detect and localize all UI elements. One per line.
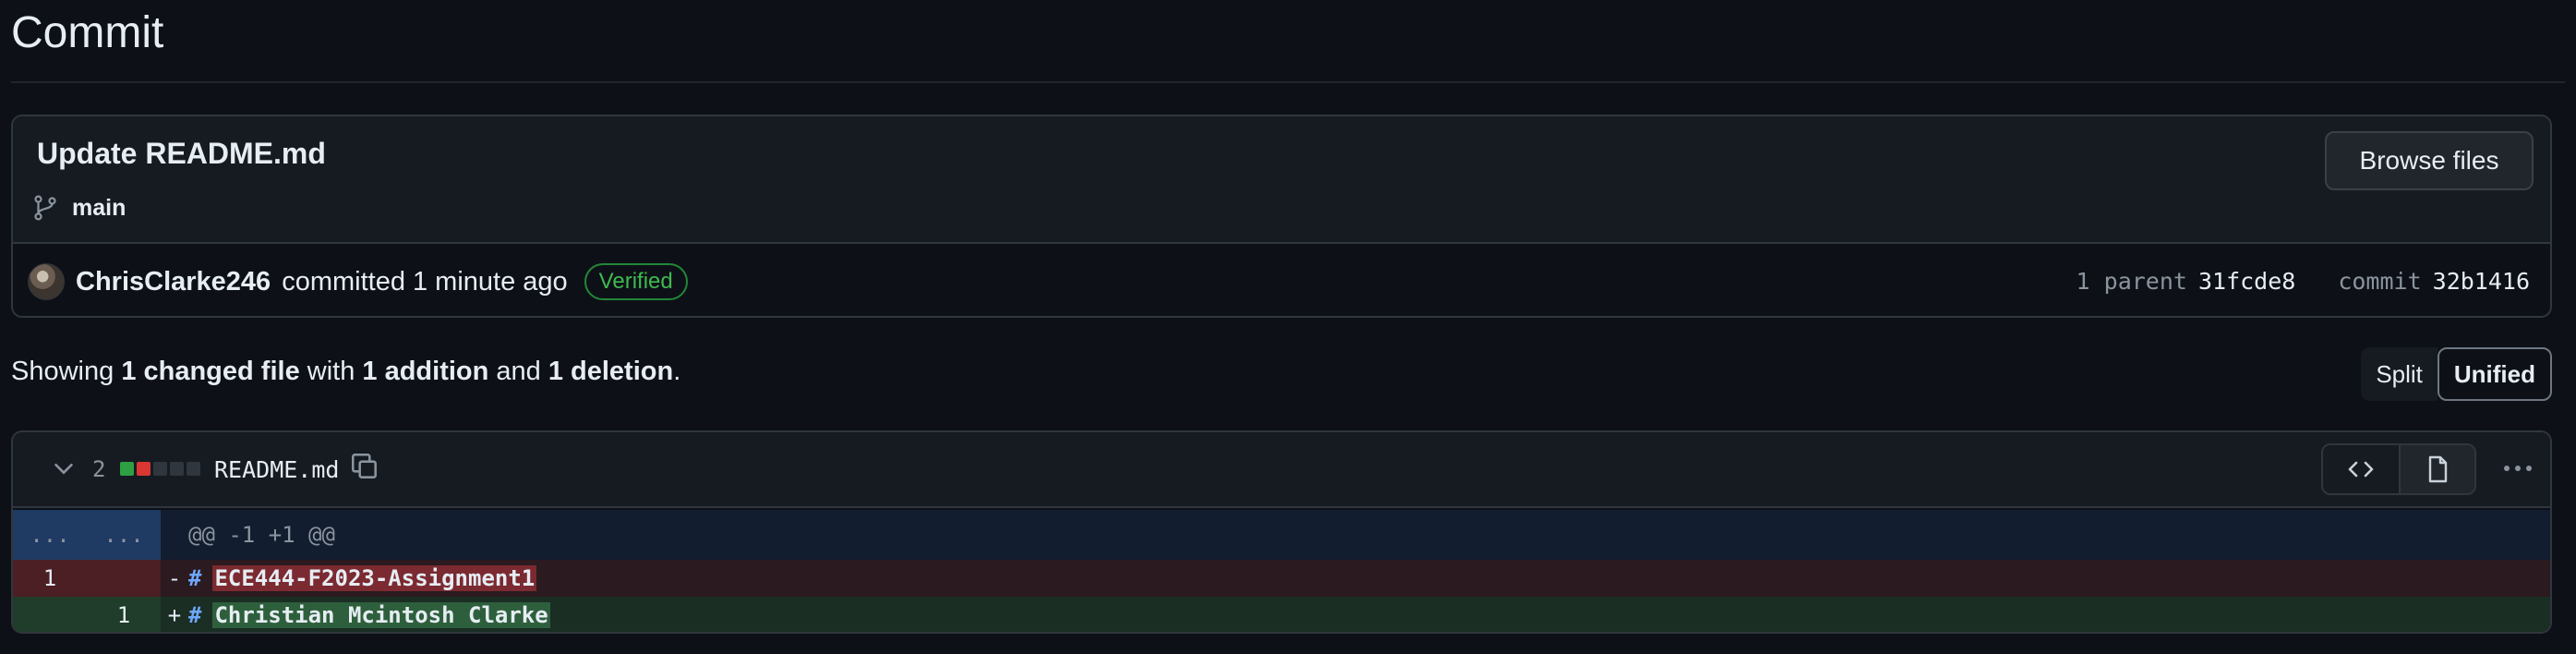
commit-time: committed 1 minute ago [282, 266, 568, 297]
summary-with: with [299, 357, 363, 386]
parent-label: 1 parent [2076, 268, 2187, 295]
added-text: Christian Mcintosh Clarke [212, 602, 550, 628]
commit-message: Update README.md [37, 137, 326, 170]
diff-view-toggle: Split Unified [2361, 347, 2552, 401]
parent-sha-link[interactable]: 31fcde8 [2198, 268, 2295, 295]
diff-summary: Showing 1 changed file with 1 addition a… [11, 357, 680, 387]
diffstat-neutral-block [170, 462, 184, 476]
verified-badge[interactable]: Verified [584, 263, 688, 300]
old-line-number[interactable] [13, 597, 87, 632]
chevron-down-icon[interactable] [50, 454, 78, 482]
summary-suffix: . [673, 357, 681, 386]
hunk-expand-new[interactable]: ... [87, 510, 161, 560]
summary-additions: 1 addition [362, 357, 489, 386]
file-diff: 2 README.md ... ... @@ -1 +1 @@ 1 - # EC… [11, 430, 2552, 634]
diff-sign: - [167, 565, 182, 591]
commit-meta: 1 parent 31fcde8 commit 32b1416 [2076, 268, 2530, 295]
unified-view-button[interactable]: Unified [2437, 347, 2552, 401]
file-header: 2 README.md [13, 432, 2550, 508]
summary-files: 1 changed file [121, 357, 300, 386]
copy-icon[interactable] [349, 451, 380, 482]
commit-sha: 32b1416 [2432, 268, 2530, 295]
diffstat-neutral-block [153, 462, 167, 476]
hunk-header-row: ... ... @@ -1 +1 @@ [13, 510, 2550, 560]
new-line-number[interactable] [87, 560, 161, 597]
file-view-button[interactable] [2399, 445, 2474, 493]
diffstat-deleted-block [137, 462, 150, 476]
deleted-line-code: - # ECE444-F2023-Assignment1 [161, 560, 2550, 597]
git-branch-icon [34, 195, 56, 221]
file-view-actions [2321, 443, 2476, 495]
summary-prefix: Showing [11, 357, 122, 386]
added-line-code: + # Christian Mcintosh Clarke [161, 597, 2550, 632]
file-name[interactable]: README.md [214, 456, 339, 483]
change-count: 2 [92, 456, 106, 482]
hunk-expand-old[interactable]: ... [13, 510, 87, 560]
page-title: Commit [11, 8, 164, 57]
new-line-number[interactable]: 1 [87, 597, 161, 632]
markdown-hash: # [188, 565, 202, 591]
commit-label: commit [2338, 268, 2422, 295]
author-row: ChrisClarke246 committed 1 minute ago Ve… [28, 255, 688, 309]
markdown-hash: # [188, 602, 202, 628]
diff-sign: + [167, 602, 182, 628]
hunk-header: @@ -1 +1 @@ [188, 522, 335, 548]
branch-row: main [31, 194, 126, 222]
split-view-button[interactable]: Split [2361, 347, 2438, 401]
commit-header: Update README.md main Browse files [13, 116, 2550, 244]
summary-deletions: 1 deletion [548, 357, 674, 386]
old-line-number[interactable]: 1 [13, 560, 87, 597]
diffstat-neutral-block [187, 462, 200, 476]
summary-and: and [488, 357, 548, 386]
diffstat-added-block [120, 462, 134, 476]
file-icon [2428, 455, 2448, 483]
deleted-line-row: 1 - # ECE444-F2023-Assignment1 [13, 560, 2550, 597]
more-options-icon[interactable] [2502, 454, 2534, 482]
code-view-button[interactable] [2323, 445, 2399, 493]
diffstat [120, 462, 200, 476]
title-divider [11, 81, 2565, 83]
avatar[interactable] [28, 263, 65, 300]
branch-name[interactable]: main [72, 195, 126, 222]
browse-files-button[interactable]: Browse files [2325, 131, 2534, 190]
added-line-row: 1 + # Christian Mcintosh Clarke [13, 597, 2550, 632]
deleted-text: ECE444-F2023-Assignment1 [212, 565, 537, 591]
commit-box: Update README.md main Browse files Chris… [11, 115, 2552, 318]
code-icon [2348, 461, 2374, 478]
author-name[interactable]: ChrisClarke246 [76, 267, 271, 297]
